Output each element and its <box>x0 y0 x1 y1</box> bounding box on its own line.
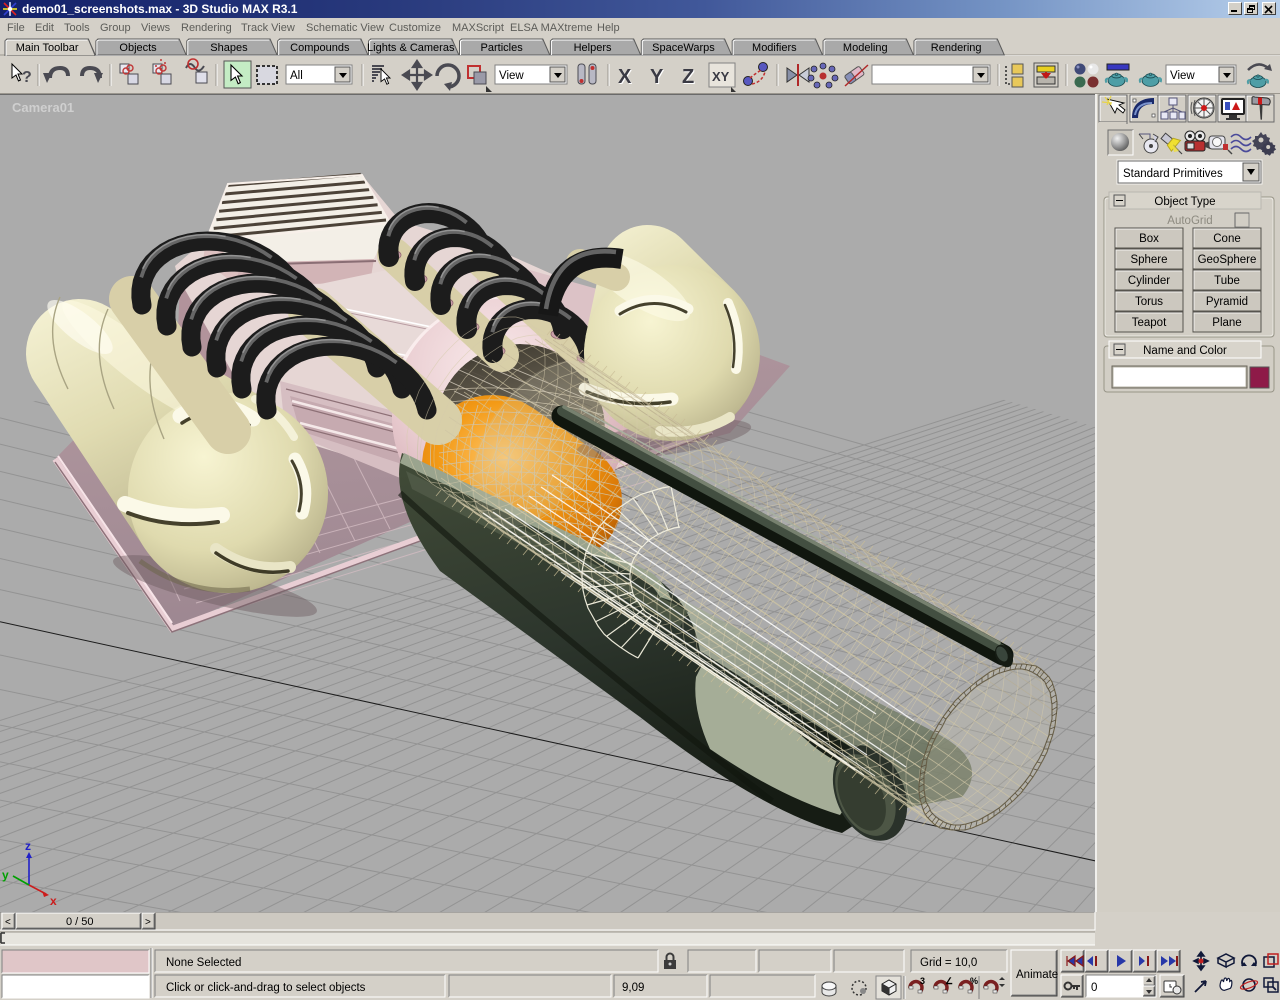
svg-text:>: > <box>145 917 151 928</box>
svg-text:3: 3 <box>920 976 925 986</box>
svg-text:%: % <box>970 976 978 986</box>
svg-text:Plane: Plane <box>1212 317 1241 329</box>
svg-text:Shapes: Shapes <box>210 42 248 54</box>
svg-text:None Selected: None Selected <box>166 957 241 969</box>
svg-text:Grid = 10,0: Grid = 10,0 <box>920 957 977 969</box>
svg-text:Name and Color: Name and Color <box>1143 345 1227 357</box>
svg-text:Compounds: Compounds <box>290 42 350 54</box>
svg-text:Particles: Particles <box>481 42 524 54</box>
svg-text:X: X <box>618 66 632 88</box>
svg-text:Modeling: Modeling <box>843 42 888 54</box>
svg-text:View: View <box>1170 70 1195 82</box>
svg-text:Animate: Animate <box>1016 969 1058 981</box>
svg-text:Box: Box <box>1139 233 1159 245</box>
svg-text:x: x <box>50 894 57 908</box>
svg-text:z: z <box>25 839 31 853</box>
svg-text:Y: Y <box>650 66 664 88</box>
svg-text:Rendering: Rendering <box>931 42 982 54</box>
svg-text:All: All <box>290 70 303 82</box>
svg-text:Sphere: Sphere <box>1130 254 1167 266</box>
svg-text:GeoSphere: GeoSphere <box>1198 254 1257 266</box>
svg-text:Cone: Cone <box>1213 233 1241 245</box>
svg-text:Pyramid: Pyramid <box>1206 296 1248 308</box>
svg-text:y: y <box>2 868 9 882</box>
svg-text:AutoGrid: AutoGrid <box>1167 215 1212 227</box>
svg-text:Main Toolbar: Main Toolbar <box>16 42 79 54</box>
svg-text:Cylinder: Cylinder <box>1128 275 1170 287</box>
svg-text:Camera01: Camera01 <box>12 100 74 115</box>
svg-text:Standard Primitives: Standard Primitives <box>1123 168 1223 180</box>
svg-text:View: View <box>499 70 524 82</box>
svg-text:Objects: Objects <box>119 42 157 54</box>
svg-text:Tube: Tube <box>1214 275 1240 287</box>
svg-text:∠: ∠ <box>945 976 953 986</box>
svg-text:Teapot: Teapot <box>1132 317 1167 329</box>
svg-text:Torus: Torus <box>1135 296 1163 308</box>
svg-text:Click or click-and-drag to sel: Click or click-and-drag to select object… <box>166 982 366 994</box>
svg-text:?: ? <box>22 69 32 86</box>
svg-text:Object Type: Object Type <box>1154 196 1215 208</box>
svg-text:XY: XY <box>712 69 730 84</box>
svg-text:SpaceWarps: SpaceWarps <box>652 42 715 54</box>
svg-text:0: 0 <box>1091 982 1097 994</box>
svg-text:<: < <box>5 917 11 928</box>
svg-text:9,09: 9,09 <box>622 982 644 994</box>
svg-text:Lights & Cameras: Lights & Cameras <box>367 42 455 54</box>
svg-text:Modifiers: Modifiers <box>752 42 797 54</box>
svg-text:Helpers: Helpers <box>574 42 612 54</box>
svg-text:0 / 50: 0 / 50 <box>66 916 94 928</box>
svg-text:Z: Z <box>682 66 694 88</box>
